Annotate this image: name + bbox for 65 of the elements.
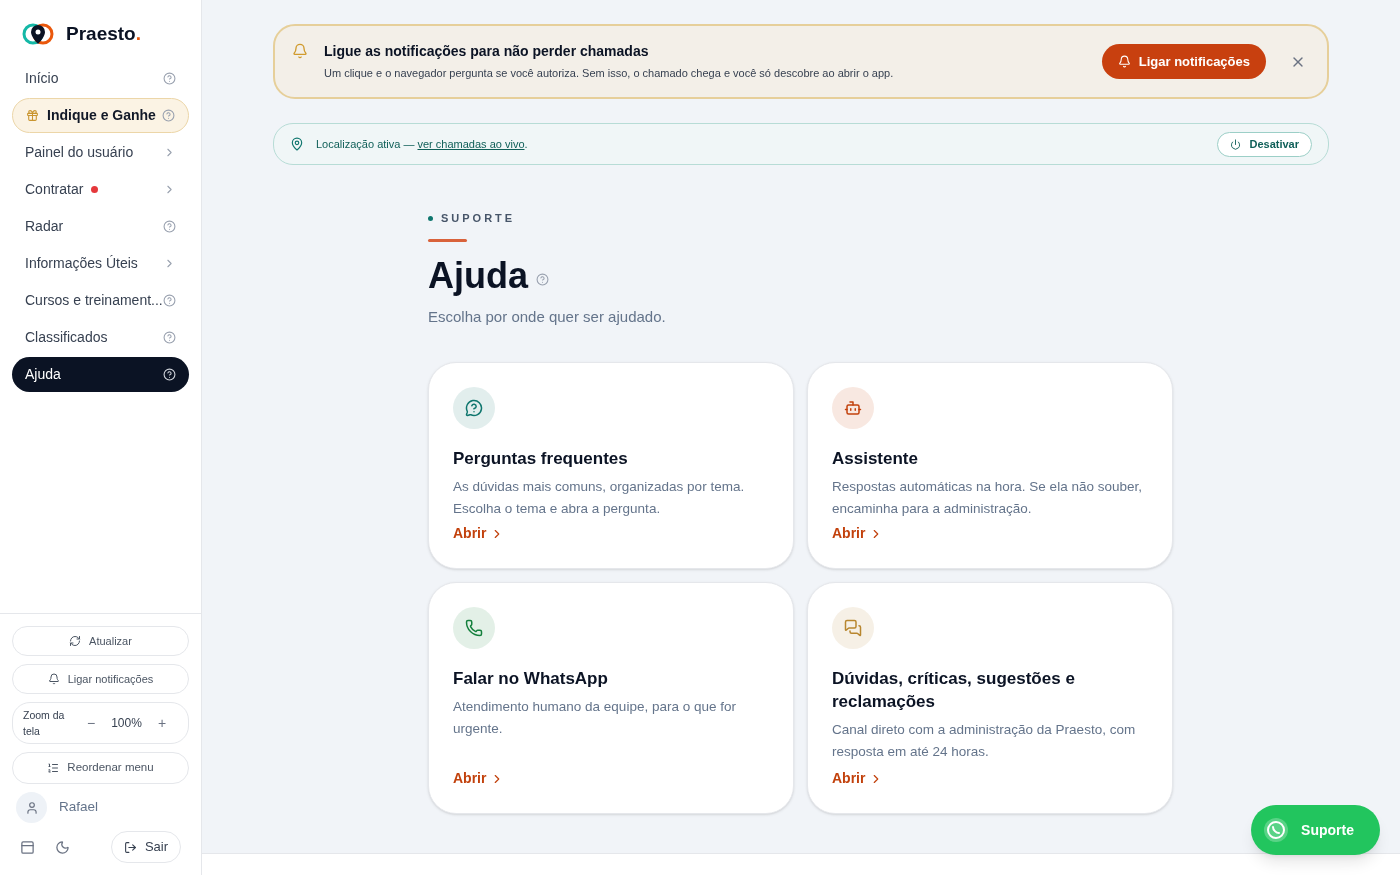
nav-item[interactable]: Contratar bbox=[12, 171, 189, 207]
moon-icon[interactable] bbox=[55, 839, 70, 855]
card-description: Atendimento humano da equipe, para o que for urgente. bbox=[453, 698, 737, 738]
live-calls-link[interactable]: ver chamadas ao vivo bbox=[417, 137, 525, 150]
nav-item[interactable]: Ajuda bbox=[12, 356, 189, 392]
zoom-label: Zoom da tela bbox=[23, 708, 66, 739]
help-icon bbox=[162, 108, 175, 122]
nav-item[interactable]: Radar bbox=[12, 208, 189, 244]
card-description: Respostas automáticas na hora. Se ela não souber, encaminha para a administração. bbox=[832, 478, 1143, 518]
zoom-in-button[interactable]: + bbox=[157, 712, 167, 734]
enable-notifications-button[interactable]: Ligar notificações bbox=[1101, 44, 1266, 79]
card-title: Falar no WhatsApp bbox=[453, 668, 609, 690]
card-title: Dúvidas, críticas, sugestões e reclamações bbox=[832, 668, 1076, 713]
question-bubble-icon bbox=[465, 399, 483, 417]
card-title: Assistente bbox=[832, 448, 919, 470]
help-icon bbox=[163, 293, 176, 307]
banner-text: Um clique e o navegador pergunta se você autoriza. Sem isso, o chamado chega e você só descobre ao abrir o app. bbox=[324, 66, 894, 82]
help-card[interactable]: Perguntas frequentes As dúvidas mais comuns, organizadas por tema. Escolha o tema e abra a pergunta. Abrir bbox=[428, 362, 794, 569]
help-icon bbox=[163, 71, 176, 85]
nav-item[interactable]: Painel do usuário bbox=[12, 134, 189, 170]
chat-bubbles-icon bbox=[844, 619, 862, 637]
accent-rule bbox=[428, 238, 467, 242]
zoom-value: 100% bbox=[111, 715, 142, 732]
brand-name: Praesto. bbox=[66, 22, 141, 46]
logout-icon bbox=[123, 840, 137, 854]
location-pin-icon bbox=[290, 137, 304, 151]
deactivate-button[interactable]: Desativar bbox=[1217, 131, 1312, 157]
page-subtitle: Escolha por onde quer ser ajudado. bbox=[428, 306, 667, 327]
card-title: Perguntas frequentes bbox=[453, 448, 629, 470]
nav-item[interactable]: Classificados bbox=[12, 319, 189, 355]
bell-icon bbox=[1117, 55, 1131, 68]
card-description: As dúvidas mais comuns, organizadas por tema. Escolha o tema e abra a pergunta. bbox=[453, 478, 746, 518]
bell-icon bbox=[47, 673, 60, 685]
user-name: Rafael bbox=[59, 798, 99, 817]
bell-icon bbox=[292, 43, 308, 59]
open-link[interactable]: Abrir bbox=[832, 523, 884, 544]
help-card[interactable]: Dúvidas, críticas, sugestões e reclamações Canal direto com a administração da Praesto, com resposta em até 24 horas. Abrir bbox=[807, 582, 1173, 814]
eyebrow-label: SUPORTE bbox=[441, 211, 516, 226]
card-description: Canal direto com a administração da Praesto, com resposta em até 24 horas. bbox=[832, 721, 1137, 761]
refresh-icon bbox=[69, 635, 82, 647]
power-icon bbox=[1230, 138, 1242, 150]
nav-item[interactable]: Indique e Ganhe bbox=[12, 97, 189, 133]
list-icon bbox=[47, 762, 60, 774]
open-link[interactable]: Abrir bbox=[453, 523, 505, 544]
nav-item[interactable]: Cursos e treinament... bbox=[12, 282, 189, 318]
location-status: Localização ativa — ver chamadas ao vivo. bbox=[316, 136, 528, 152]
open-link[interactable]: Abrir bbox=[832, 768, 884, 789]
nav-item[interactable]: Informações Úteis bbox=[12, 245, 189, 281]
help-icon bbox=[536, 273, 549, 286]
page-title: Ajuda bbox=[428, 253, 528, 298]
banner-title: Ligue as notificações para não perder chamadas bbox=[324, 42, 650, 62]
nav-item[interactable]: Início bbox=[12, 60, 189, 96]
help-icon bbox=[163, 219, 176, 233]
help-icon bbox=[163, 367, 176, 381]
layout-icon[interactable] bbox=[20, 839, 35, 855]
help-card[interactable]: Falar no WhatsApp Atendimento humano da equipe, para o que for urgente. Abrir bbox=[428, 582, 794, 814]
robot-icon bbox=[844, 399, 862, 417]
zoom-out-button[interactable]: − bbox=[87, 712, 96, 734]
open-link[interactable]: Abrir bbox=[453, 768, 505, 789]
whatsapp-icon bbox=[1263, 817, 1290, 843]
help-icon bbox=[163, 330, 176, 344]
help-card[interactable]: Assistente Respostas automáticas na hora. Se ela não souber, encaminha para a administração. Abrir bbox=[807, 362, 1173, 569]
gift-icon bbox=[26, 108, 39, 122]
phone-icon bbox=[465, 619, 483, 637]
user-icon bbox=[24, 800, 39, 815]
